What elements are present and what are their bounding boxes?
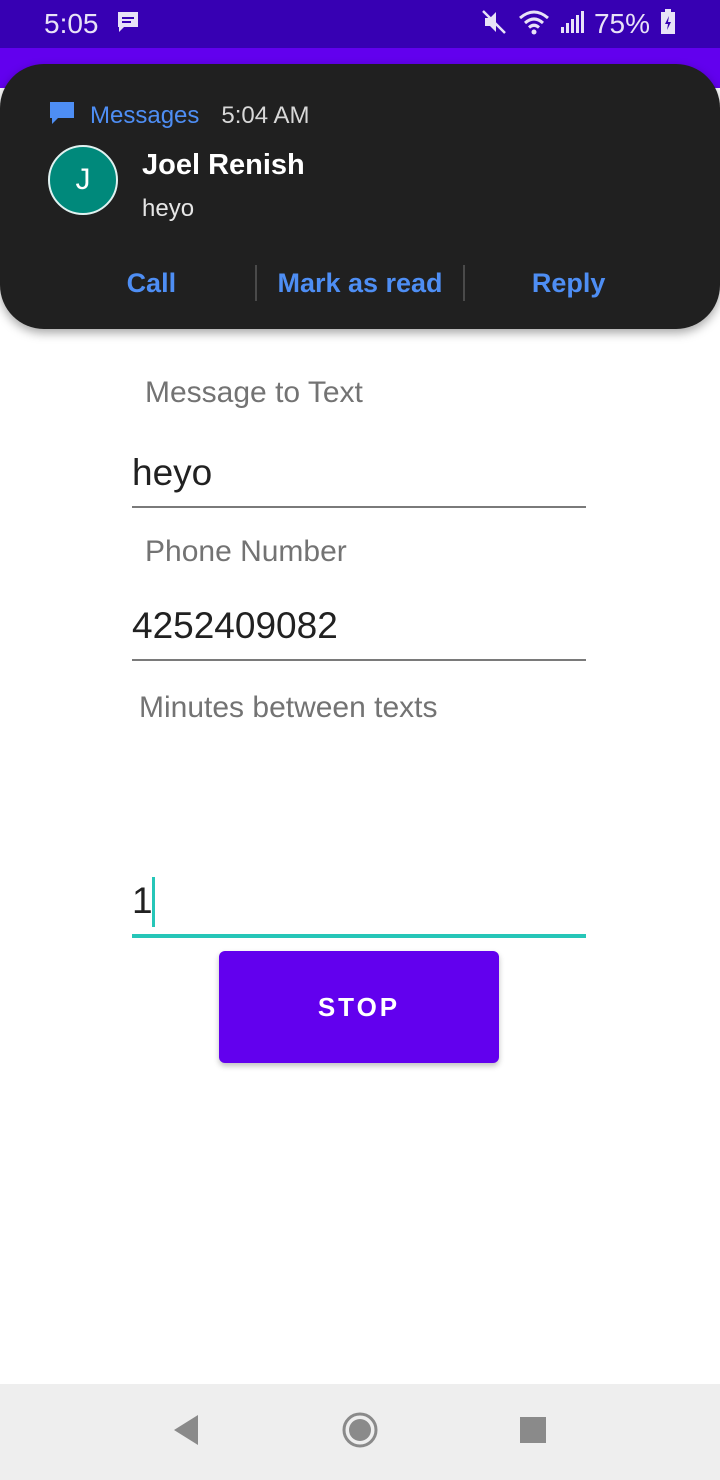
back-button[interactable] — [157, 1402, 217, 1462]
signal-icon — [560, 9, 584, 40]
battery-icon — [660, 8, 676, 40]
avatar: J — [48, 145, 118, 215]
wifi-icon — [518, 8, 550, 41]
notification-header: Messages 5:04 AM — [48, 100, 309, 131]
phone-field[interactable] — [132, 605, 586, 661]
minutes-label: Minutes between texts — [139, 691, 438, 724]
message-label: Message to Text — [145, 376, 363, 409]
status-left: 5:05 — [44, 8, 141, 40]
recents-icon — [519, 1416, 547, 1449]
app-screen: 5:05 75% Messages 5:04 AM J Joel Renish … — [0, 0, 720, 1480]
text-cursor — [152, 877, 155, 927]
back-icon — [172, 1413, 202, 1452]
recents-button[interactable] — [503, 1402, 563, 1462]
notification-actions: Call Mark as read Reply — [48, 260, 672, 306]
mute-icon — [480, 8, 508, 41]
minutes-field[interactable] — [132, 880, 586, 938]
message-field[interactable] — [132, 452, 586, 508]
notification-body: heyo — [142, 195, 195, 222]
home-button[interactable] — [330, 1402, 390, 1462]
status-right: 75% — [480, 8, 676, 41]
call-button[interactable]: Call — [48, 268, 255, 299]
navigation-bar — [0, 1384, 720, 1480]
notification-time: 5:04 AM — [221, 101, 310, 129]
battery-percent: 75% — [593, 8, 650, 39]
reply-button[interactable]: Reply — [465, 268, 672, 299]
phone-label: Phone Number — [145, 535, 347, 568]
messages-app-icon — [48, 100, 76, 131]
notification-app-name: Messages — [90, 101, 200, 129]
message-icon — [115, 9, 141, 40]
notification-sender: Joel Renish — [142, 149, 305, 181]
stop-button[interactable]: STOP — [219, 951, 499, 1063]
mark-as-read-button[interactable]: Mark as read — [257, 268, 464, 299]
status-time: 5:05 — [44, 8, 99, 39]
status-bar: 5:05 75% — [0, 0, 720, 48]
home-icon — [341, 1411, 379, 1454]
